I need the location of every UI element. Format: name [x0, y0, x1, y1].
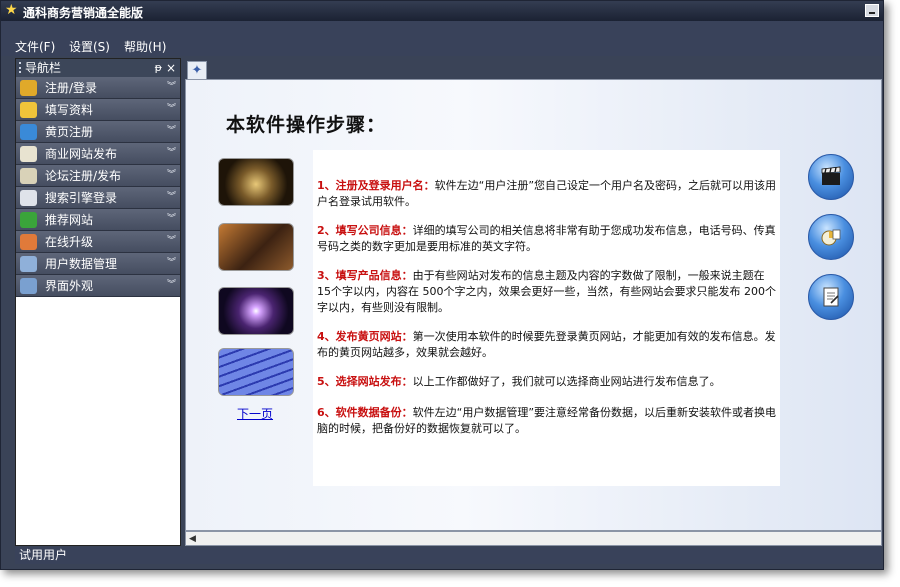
- chevron-down-icon: ︾: [166, 82, 176, 92]
- scroll-left-arrow-icon[interactable]: ◀: [189, 534, 196, 544]
- chevron-down-icon: ︾: [166, 258, 176, 268]
- pin-icon[interactable]: ᵽ: [155, 59, 162, 77]
- keyboard-photo: [218, 348, 294, 396]
- close-icon[interactable]: ×: [166, 59, 176, 77]
- chevron-down-icon: ︾: [166, 104, 176, 114]
- nav-header: 导航栏 ᵽ ×: [16, 59, 180, 77]
- status-text: 试用用户: [19, 548, 68, 562]
- key-icon: [20, 80, 37, 96]
- menu-file[interactable]: 文件(F): [15, 38, 55, 55]
- step-text: 以上工作都做好了，我们就可以选择商业网站进行发布信息了。: [412, 375, 721, 388]
- nav-item[interactable]: 填写资料 ︾: [16, 99, 180, 121]
- person-icon: [20, 234, 37, 250]
- nav-item-label: 商业网站发布: [45, 147, 118, 161]
- step-1: 1、注册及登录用户名：软件左边“用户注册”您自己设定一个用户名及密码，之后就可以…: [317, 178, 779, 210]
- document-button[interactable]: [808, 274, 854, 320]
- step-heading: 1、注册及登录用户名：: [317, 179, 435, 192]
- nav-item-label: 推荐网站: [45, 213, 94, 227]
- search-engine-icon: [20, 190, 37, 206]
- step-3: 3、填写产品信息：由于有些网站对发布的信息主题及内容的字数做了限制，一般来说主题…: [317, 268, 779, 316]
- database-icon: [20, 256, 37, 272]
- app-star-icon: ★: [5, 2, 18, 18]
- menu-settings[interactable]: 设置(S): [69, 38, 110, 55]
- step-heading: 6、软件数据备份：: [317, 406, 413, 419]
- menu-bar: 文件(F) 设置(S) 帮助(H): [1, 21, 883, 56]
- video-button[interactable]: [808, 154, 854, 200]
- magnifier-icon: [20, 278, 37, 294]
- horizontal-scrollbar[interactable]: ◀: [185, 531, 882, 546]
- document-icon: [823, 287, 839, 307]
- chevron-down-icon: ︾: [166, 192, 176, 202]
- step-heading: 2、填写公司信息：: [317, 224, 413, 237]
- nav-item[interactable]: 推荐网站 ︾: [16, 209, 180, 231]
- status-bar: 试用用户: [15, 547, 881, 564]
- tab-strip: ✦: [185, 58, 882, 79]
- nav-item-label: 论坛注册/发布: [45, 169, 122, 183]
- window-title: 通科商务营销通全能版: [23, 6, 144, 20]
- nav-item[interactable]: 用户数据管理 ︾: [16, 253, 180, 275]
- star-icon: ✦: [191, 63, 203, 78]
- notepad-icon: [20, 168, 37, 184]
- chevron-down-icon: ︾: [166, 148, 176, 158]
- nav-item[interactable]: 在线升级 ︾: [16, 231, 180, 253]
- nav-item-label: 界面外观: [45, 279, 94, 293]
- step-heading: 4、发布黄页网站：: [317, 330, 413, 343]
- nav-list: 注册/登录 ︾ 填写资料 ︾ 黄页注册 ︾ 商业网站发布 ︾ 论坛注册/发布 ︾ 搜索引擎登录 ︾ 推荐…: [16, 77, 180, 297]
- next-page-link[interactable]: 下一页: [237, 405, 273, 422]
- navigation-pane: 导航栏 ᵽ × 注册/登录 ︾ 填写资料 ︾ 黄页注册 ︾ 商业网站发布 ︾ 论坛注册/发布 ︾ 搜…: [15, 58, 181, 546]
- step-2: 2、填写公司信息：详细的填写公司的相关信息将非常有助于您成功发布信息，电话号码、…: [317, 223, 779, 255]
- content-area: 本软件操作步骤： 下一页 1、注册及登录用户名：软件左边“用户注册”您自己设定一…: [185, 79, 882, 531]
- step-5: 5、选择网站发布：以上工作都做好了，我们就可以选择商业网站进行发布信息了。: [317, 374, 779, 390]
- nav-item-label: 在线升级: [45, 235, 94, 249]
- nav-item-label: 注册/登录: [45, 81, 98, 95]
- globe-photo: [218, 158, 294, 206]
- chevron-down-icon: ︾: [166, 236, 176, 246]
- nav-item[interactable]: 注册/登录 ︾: [16, 77, 180, 99]
- clapperboard-icon: [821, 166, 841, 185]
- tab-home[interactable]: ✦: [187, 61, 207, 79]
- nav-item[interactable]: 论坛注册/发布 ︾: [16, 165, 180, 187]
- light-burst-photo: [218, 287, 294, 335]
- chevron-down-icon: ︾: [166, 214, 176, 224]
- step-heading: 5、选择网站发布：: [317, 375, 413, 388]
- chart-icon: [821, 229, 841, 246]
- chart-button[interactable]: [808, 214, 854, 260]
- nav-item[interactable]: 界面外观 ︾: [16, 275, 180, 297]
- step-6: 6、软件数据备份：软件左边“用户数据管理”要注意经常备份数据，以后重新安装软件或…: [317, 405, 779, 437]
- nav-item-label: 搜索引擎登录: [45, 191, 118, 205]
- nav-item[interactable]: 商业网站发布 ︾: [16, 143, 180, 165]
- nav-item[interactable]: 搜索引擎登录 ︾: [16, 187, 180, 209]
- book-icon: [20, 146, 37, 162]
- thumbs-up-icon: [20, 212, 37, 228]
- nav-title: 导航栏: [25, 61, 62, 75]
- folder-icon: [20, 102, 37, 118]
- step-4: 4、发布黄页网站：第一次使用本软件的时候要先登录黄页网站，才能更加有效的发布信息…: [317, 329, 779, 361]
- nav-item-label: 黄页注册: [45, 125, 94, 139]
- chevron-down-icon: ︾: [166, 280, 176, 290]
- chevron-down-icon: ︾: [166, 170, 176, 180]
- steps-panel: 1、注册及登录用户名：软件左边“用户注册”您自己设定一个用户名及密码，之后就可以…: [313, 150, 780, 486]
- page-title: 本软件操作步骤：: [226, 114, 387, 136]
- globe-icon: [20, 124, 37, 140]
- step-heading: 3、填写产品信息：: [317, 269, 413, 282]
- minimize-button[interactable]: [865, 4, 879, 17]
- menu-help[interactable]: 帮助(H): [124, 38, 166, 55]
- chevron-down-icon: ︾: [166, 126, 176, 136]
- title-bar: ★ 通科商务营销通全能版: [1, 1, 883, 21]
- businessman-photo: [218, 223, 294, 271]
- nav-item[interactable]: 黄页注册 ︾: [16, 121, 180, 143]
- nav-item-label: 用户数据管理: [45, 257, 118, 271]
- nav-item-label: 填写资料: [45, 103, 94, 117]
- app-window: ★ 通科商务营销通全能版 文件(F) 设置(S) 帮助(H) 导航栏 ᵽ × 注…: [0, 0, 884, 570]
